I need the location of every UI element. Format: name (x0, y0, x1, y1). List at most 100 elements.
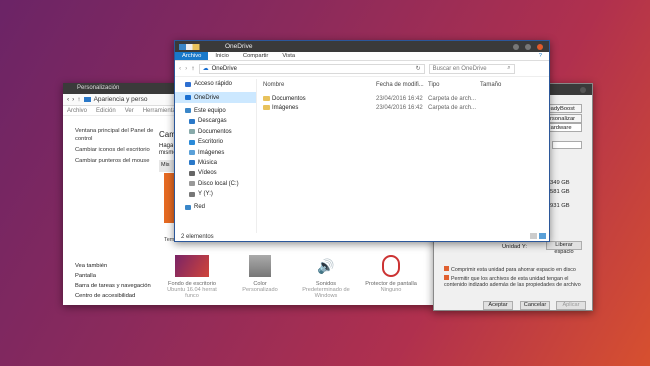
nav-item-label: Acceso rápido (194, 81, 233, 88)
page-desc: Haga (159, 143, 174, 149)
col-type[interactable]: Tipo (428, 82, 439, 88)
ok-button[interactable]: Aceptar (483, 301, 513, 310)
network-icon (185, 204, 191, 210)
see-also: Vea también Pantalla Barra de tareas y n… (75, 261, 165, 301)
pictures-icon (189, 150, 195, 156)
file-explorer-window: OneDrive Archivo Inicio Compartir Vista … (174, 40, 550, 242)
capacity: 931 GB (550, 203, 570, 209)
back-icon[interactable]: ‹ (179, 65, 181, 72)
menu-edicion[interactable]: Edición (96, 108, 116, 114)
cancel-button[interactable]: Cancelar (520, 301, 550, 310)
see-also-taskbar[interactable]: Barra de tareas y navegación (75, 281, 165, 291)
nav-item-documents[interactable]: Documentos (175, 127, 256, 137)
column-headers: Nombre Fecha de modifi... Tipo Tamaño (261, 82, 549, 92)
window-title: Personalización (77, 85, 120, 91)
maximize-icon[interactable] (525, 44, 531, 50)
drive-label-field[interactable] (552, 141, 582, 149)
navigation-pane: Acceso rápido OneDrive Este equipo Descarga… (175, 79, 257, 233)
nav-item-label: Música (198, 159, 218, 166)
nav-item-pictures[interactable]: Imágenes (175, 147, 256, 157)
apply-button[interactable]: Aplicar (556, 301, 586, 310)
nav-item-label: Vídeos (198, 170, 217, 177)
help-icon[interactable]: ? (532, 52, 549, 60)
see-also-accessibility[interactable]: Centro de accesibilidad (75, 291, 165, 301)
cloud-icon (185, 95, 191, 101)
see-also-display[interactable]: Pantalla (75, 271, 165, 281)
checkbox-icon (444, 266, 449, 271)
folder-icon (263, 105, 270, 110)
control-panel-icon (83, 97, 91, 102)
window-titlebar: OneDrive (175, 41, 549, 52)
used-space: 349 GB (550, 180, 570, 186)
nav-item-label: Red (194, 204, 206, 211)
search-input[interactable]: Buscar en OneDrive ⌕ (428, 63, 515, 74)
minimize-icon[interactable] (513, 44, 519, 50)
col-date[interactable]: Fecha de modifi... (376, 82, 424, 88)
nav-item-label: Este equipo (194, 107, 226, 114)
nav-item-network[interactable]: Red (175, 202, 256, 212)
nav-item-cloud[interactable]: OneDrive (175, 92, 256, 103)
refresh-icon[interactable]: ↻ (416, 65, 421, 72)
sidebar-link-mouse-pointers[interactable]: Cambiar punteros del mouse (75, 157, 165, 165)
checkbox-checked-icon (444, 275, 449, 280)
tab-inicio[interactable]: Inicio (208, 52, 236, 60)
nav-item-video[interactable]: Vídeos (175, 168, 256, 178)
compress-checkbox[interactable]: Comprimir esta unidad para ahorrar espac… (444, 266, 589, 273)
color-swatch-icon (249, 255, 271, 277)
cloud-icon: ☁ (202, 66, 209, 72)
address-path: OneDrive (211, 65, 237, 72)
disk-icon (189, 181, 195, 187)
thumb-screensaver[interactable]: Protector de pantalla Ninguno (363, 255, 419, 293)
thumb-sounds[interactable]: 🔊 Sonidos Predeterminado de Windows (298, 255, 354, 299)
sidebar-link-desktop-icons[interactable]: Cambiar iconos del escritorio (75, 146, 165, 154)
free-space: 581 GB (550, 189, 570, 195)
ribbon-tabs: Archivo Inicio Compartir Vista ? (175, 52, 549, 61)
col-size[interactable]: Tamaño (480, 82, 501, 88)
nav-item-download[interactable]: Descargas (175, 116, 256, 126)
nav-item-star[interactable]: Acceso rápido (175, 79, 256, 89)
file-row[interactable]: Documentos 23/04/2016 16:42 Carpeta de a… (261, 96, 549, 105)
sidebar-link-control-panel[interactable]: Ventana principal del Panel de control (75, 127, 165, 143)
index-checkbox[interactable]: Permitir que los archivos de esta unidad… (444, 275, 589, 288)
see-also-heading: Vea también (75, 263, 108, 269)
wallpaper-icon (175, 255, 209, 277)
nav-item-desktop[interactable]: Escritorio (175, 137, 256, 147)
window-title: OneDrive (225, 43, 253, 50)
close-icon[interactable] (537, 44, 543, 50)
menu-ver[interactable]: Ver (125, 108, 134, 114)
nav-item-label: Descargas (198, 118, 227, 125)
thumb-desktop-background[interactable]: Fondo de escritorio Ubuntu 16.04 herrat … (164, 255, 220, 299)
music-icon (189, 160, 195, 166)
download-icon (189, 118, 195, 124)
tab-vista[interactable]: Vista (275, 52, 302, 60)
speaker-icon: 🔊 (317, 258, 335, 274)
close-icon[interactable] (580, 87, 586, 93)
nav-item-music[interactable]: Música (175, 158, 256, 168)
video-icon (189, 170, 195, 176)
nav-item-computer[interactable]: Este equipo (175, 106, 256, 116)
tab-compartir[interactable]: Compartir (236, 52, 275, 60)
nav-item-label: OneDrive (194, 94, 220, 101)
quick-access-toolbar-icons[interactable] (179, 44, 213, 50)
up-icon[interactable]: ↑ (191, 65, 194, 72)
file-row[interactable]: Imágenes 23/04/2016 16:42 Carpeta de arc… (261, 105, 549, 114)
disk-cleanup-button[interactable]: Liberar espacio (546, 241, 582, 255)
large-icons-view-icon[interactable] (539, 233, 546, 239)
tab-archivo[interactable]: Archivo (175, 52, 209, 60)
up-icon[interactable]: ↑ (77, 96, 80, 103)
nav-item-disk[interactable]: Disco local (C:) (175, 179, 256, 189)
details-view-icon[interactable] (530, 233, 537, 239)
nav-item-label: Imágenes (198, 149, 225, 156)
search-icon: ⌕ (507, 65, 511, 71)
forward-icon[interactable]: › (72, 96, 74, 103)
status-bar: 2 elementos (181, 234, 214, 240)
breadcrumb[interactable]: Apariencia y perso (94, 96, 148, 103)
col-name[interactable]: Nombre (263, 82, 284, 88)
thumb-color[interactable]: Color Personalizado (232, 255, 288, 293)
menu-archivo[interactable]: Archivo (67, 108, 87, 114)
forward-icon[interactable]: › (185, 65, 187, 72)
address-bar[interactable]: ☁ OneDrive ↻ (198, 63, 425, 74)
nav-item-drive[interactable]: Y (Y:) (175, 189, 256, 199)
navigation-bar: ‹ › ↑ ☁ OneDrive ↻ Buscar en OneDrive ⌕ (175, 61, 549, 77)
back-icon[interactable]: ‹ (67, 96, 69, 103)
